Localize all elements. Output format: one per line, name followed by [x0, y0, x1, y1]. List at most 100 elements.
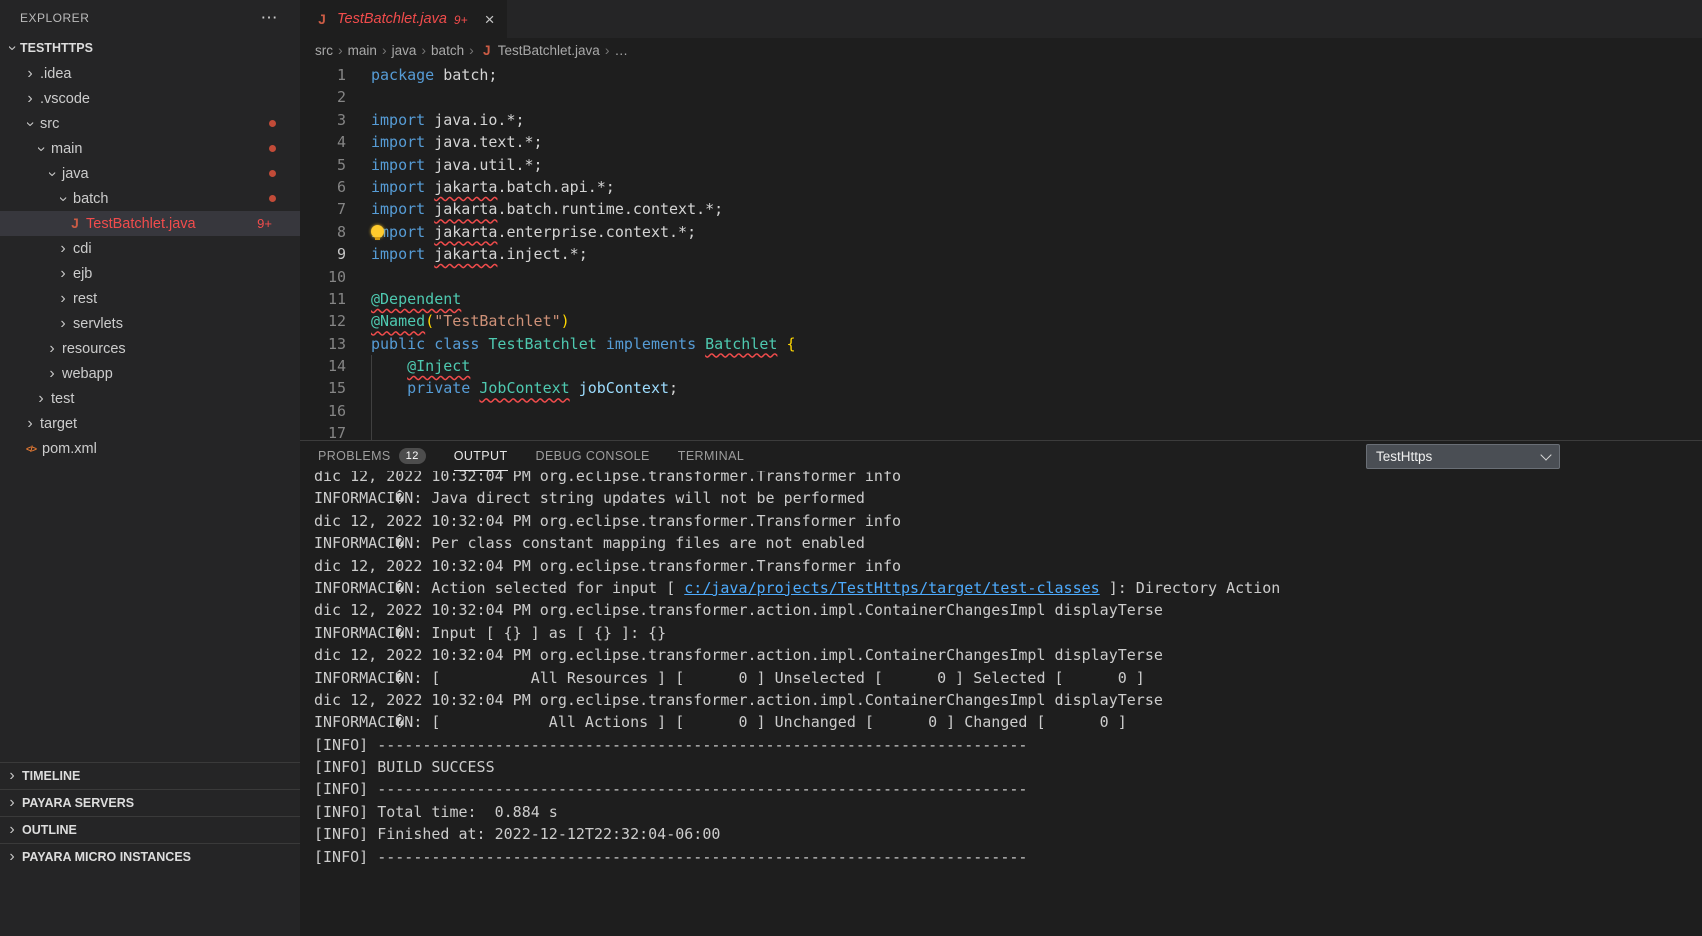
chevron-right-icon[interactable]: › — [33, 391, 49, 407]
close-icon[interactable]: × — [485, 11, 495, 28]
sidebar-section-timeline[interactable]: ›TIMELINE — [0, 762, 300, 789]
line-number: 5 — [300, 154, 346, 176]
line-number: 13 — [300, 333, 346, 355]
breadcrumb-item-java[interactable]: java — [392, 43, 417, 58]
panel-tab-terminal[interactable]: TERMINAL — [678, 441, 744, 471]
tree-item-java[interactable]: ›java — [0, 161, 300, 186]
folder-label: rest — [73, 291, 97, 307]
output-text: dic 12, 2022 10:32:04 PM org.eclipse.tra… — [314, 557, 901, 575]
output-file-link[interactable]: c:/java/projects/TestHttps/target/test-c… — [684, 579, 1099, 597]
editor-group: J TestBatchlet.java 9+ × src›main›java›b… — [300, 0, 1702, 936]
line-number: 6 — [300, 176, 346, 198]
breadcrumb-item-batch[interactable]: batch — [431, 43, 464, 58]
chevron-right-icon: › — [4, 822, 20, 838]
section-label: PAYARA SERVERS — [22, 796, 134, 810]
problems-dot — [269, 120, 276, 127]
tree-item-test[interactable]: ›test — [0, 386, 300, 411]
output-line: dic 12, 2022 10:32:04 PM org.eclipse.tra… — [314, 599, 1702, 621]
section-header-testhttps[interactable]: › TESTHTTPS — [0, 35, 300, 61]
panel-tab-output[interactable]: OUTPUT — [454, 441, 508, 471]
problems-dot — [269, 195, 276, 202]
code-text: @Inject — [371, 355, 470, 377]
output-line: INFORMACI�N: Input [ {} ] as [ {} ]: {} — [314, 622, 1702, 644]
sidebar-section-payara-micro-instances[interactable]: ›PAYARA MICRO INSTANCES — [0, 843, 300, 870]
output-text: INFORMACI�N: [ All Actions ] [ 0 ] Uncha… — [314, 713, 1127, 731]
panel-tab-debug-console[interactable]: DEBUG CONSOLE — [536, 441, 650, 471]
quick-fix-lightbulb-icon[interactable] — [371, 225, 384, 238]
chevron-right-icon[interactable]: › — [44, 341, 60, 357]
output-line: [INFO] BUILD SUCCESS — [314, 756, 1702, 778]
line-number: 2 — [300, 86, 346, 108]
output-line: INFORMACI�N: Action selected for input [… — [314, 577, 1702, 599]
chevron-right-icon[interactable]: › — [55, 266, 71, 282]
tree-item-batch[interactable]: ›batch — [0, 186, 300, 211]
chevron-right-icon: › — [4, 795, 20, 811]
line-number: 4 — [300, 131, 346, 153]
code-line: 1package batch; — [300, 64, 1702, 86]
tree-item-pom-xml[interactable]: </>pom.xml — [0, 436, 300, 461]
chevron-right-icon: › — [4, 768, 20, 784]
breadcrumb-item-testbatchlet-java[interactable]: TestBatchlet.java — [498, 43, 600, 58]
chevron-right-icon[interactable]: › — [55, 291, 71, 307]
chevron-down-icon[interactable]: › — [44, 166, 60, 182]
tree-item-vscode[interactable]: ›.vscode — [0, 86, 300, 111]
tab-problems-badge: 9+ — [454, 12, 468, 27]
folder-label: batch — [73, 191, 108, 207]
section-label: TESTHTTPS — [20, 41, 93, 55]
chevron-down-icon[interactable]: › — [55, 191, 71, 207]
output-text: INFORMACI�N: Java direct string updates … — [314, 489, 865, 507]
code-line: 2 — [300, 86, 1702, 108]
more-actions-icon[interactable]: ⋯ — [261, 9, 279, 26]
chevron-right-icon[interactable]: › — [22, 91, 38, 107]
problems-dot — [269, 145, 276, 152]
code-line: 3import java.io.*; — [300, 109, 1702, 131]
chevron-down-icon[interactable]: › — [33, 141, 49, 157]
chevron-down-icon[interactable]: › — [22, 116, 38, 132]
tree-item-src[interactable]: ›src — [0, 111, 300, 136]
tab-testbatchlet-java[interactable]: J TestBatchlet.java 9+ × — [300, 0, 507, 38]
panel-tab-label: PROBLEMS — [318, 449, 391, 463]
tree-item-testbatchlet-java[interactable]: JTestBatchlet.java9+ — [0, 211, 300, 236]
code-line: 16 — [300, 400, 1702, 422]
tree-item-ejb[interactable]: ›ejb — [0, 261, 300, 286]
tree-item-idea[interactable]: ›.idea — [0, 61, 300, 86]
tree-item-webapp[interactable]: ›webapp — [0, 361, 300, 386]
file-label: pom.xml — [42, 441, 97, 457]
code-line: 11@Dependent — [300, 288, 1702, 310]
chevron-right-icon: › — [421, 42, 426, 58]
breadcrumb-item-src[interactable]: src — [315, 43, 333, 58]
breadcrumb-item-ellipsis[interactable]: … — [614, 43, 628, 58]
problems-count-badge: 12 — [399, 448, 426, 464]
panel-tab-label: DEBUG CONSOLE — [536, 449, 650, 463]
output-text: dic 12, 2022 10:32:04 PM org.eclipse.tra… — [314, 512, 901, 530]
output-text: [INFO] ---------------------------------… — [314, 780, 1027, 798]
output-text: [INFO] ---------------------------------… — [314, 848, 1027, 866]
output-line: INFORMACI�N: [ All Resources ] [ 0 ] Uns… — [314, 667, 1702, 689]
code-line: 6import jakarta.batch.api.*; — [300, 176, 1702, 198]
code-line: 4import java.text.*; — [300, 131, 1702, 153]
sidebar-section-outline[interactable]: ›OUTLINE — [0, 816, 300, 843]
tree-item-main[interactable]: ›main — [0, 136, 300, 161]
output-log[interactable]: dic 12, 2022 10:32:04 PM org.eclipse.tra… — [300, 465, 1702, 931]
output-text: INFORMACI�N: [ All Resources ] [ 0 ] Uns… — [314, 669, 1145, 687]
tree-item-rest[interactable]: ›rest — [0, 286, 300, 311]
tree-item-resources[interactable]: ›resources — [0, 336, 300, 361]
chevron-right-icon[interactable]: › — [22, 66, 38, 82]
code-line: 9import jakarta.inject.*; — [300, 243, 1702, 265]
tree-item-servlets[interactable]: ›servlets — [0, 311, 300, 336]
chevron-right-icon[interactable]: › — [22, 416, 38, 432]
code-editor[interactable]: 1package batch;23import java.io.*;4impor… — [300, 62, 1702, 442]
breadcrumb-item-main[interactable]: main — [348, 43, 377, 58]
section-label: PAYARA MICRO INSTANCES — [22, 850, 191, 864]
explorer-sidebar: EXPLORER ⋯ › TESTHTTPS ›.idea›.vscode›sr… — [0, 0, 300, 936]
folder-label: test — [51, 391, 74, 407]
output-channel-select[interactable]: TestHttps — [1366, 444, 1560, 469]
tree-item-target[interactable]: ›target — [0, 411, 300, 436]
line-number: 8 — [300, 221, 346, 243]
panel-tab-problems[interactable]: PROBLEMS 12 — [318, 441, 426, 471]
tree-item-cdi[interactable]: ›cdi — [0, 236, 300, 261]
chevron-right-icon[interactable]: › — [44, 366, 60, 382]
chevron-right-icon[interactable]: › — [55, 316, 71, 332]
chevron-right-icon[interactable]: › — [55, 241, 71, 257]
sidebar-section-payara-servers[interactable]: ›PAYARA SERVERS — [0, 789, 300, 816]
